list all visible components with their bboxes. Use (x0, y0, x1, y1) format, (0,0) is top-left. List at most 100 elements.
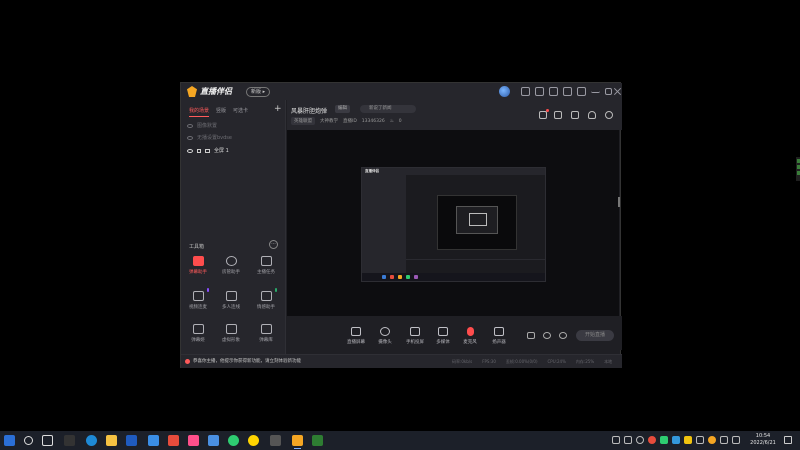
tool-label: 房管助手 (222, 270, 240, 275)
announcement-field[interactable]: 新说了新闻 (360, 105, 416, 113)
task-view-icon[interactable] (42, 435, 53, 446)
menu-icon[interactable] (577, 87, 586, 96)
app-icon[interactable] (248, 435, 259, 446)
tool-label: 扬声器 (492, 340, 506, 345)
video-icon[interactable] (527, 332, 535, 339)
edge-browser-icon[interactable] (86, 435, 97, 446)
scene-tabs: 我的场景 竖版 可选卡 (189, 107, 248, 117)
preview-resize-handle[interactable] (618, 197, 620, 207)
more-tools-button[interactable]: ··· (269, 240, 278, 249)
minimize-icon[interactable] (591, 87, 600, 93)
tool-label: 虚拟形象 (222, 338, 240, 343)
app-icon[interactable] (208, 435, 219, 446)
tray-icon[interactable] (708, 436, 716, 444)
date-text: 2022/6/21 (750, 440, 776, 446)
play-icon (438, 327, 448, 336)
download-icon (225, 291, 237, 301)
tray-icon[interactable] (624, 436, 632, 444)
file-explorer-icon[interactable] (106, 435, 117, 446)
new-tag (207, 288, 209, 292)
edit-button[interactable]: 编辑 (335, 105, 350, 113)
office-icon[interactable] (168, 435, 179, 446)
tool-danmaku-helper[interactable]: 弹幕助手 (184, 256, 212, 280)
live-companion-taskbar-icon[interactable] (292, 435, 303, 449)
source-item[interactable]: 图像默置 (187, 122, 217, 129)
start-live-button[interactable]: 开始直播 (576, 330, 614, 341)
room-id-label: 直播ID (343, 119, 357, 124)
source-item[interactable]: 无播设置bvdse (187, 134, 232, 141)
notification-icon[interactable] (784, 436, 792, 444)
share-icon[interactable] (605, 111, 613, 119)
tool-label: 主播任务 (257, 270, 275, 275)
time-text: 10:54 (755, 433, 771, 439)
tool-video-link[interactable]: 视频连麦 (184, 288, 212, 315)
message-icon[interactable] (535, 87, 544, 96)
version-badge[interactable]: 新版 ▸ (246, 87, 271, 97)
tray-icon[interactable] (672, 436, 680, 444)
tab-vertical[interactable]: 竖版 (216, 107, 226, 117)
app-icon[interactable] (312, 435, 323, 446)
visibility-icon[interactable] (187, 123, 193, 128)
tray-icon[interactable] (684, 436, 692, 444)
clock[interactable]: 10:54 2022/6/21 (750, 433, 776, 447)
speaker-button[interactable]: 扬声器 (483, 327, 515, 345)
category-badge[interactable]: 英雄联盟 (291, 117, 315, 125)
tool-room-manager[interactable]: 房管助手 (217, 256, 245, 280)
search-icon[interactable] (24, 436, 33, 445)
tab-optional[interactable]: 可选卡 (233, 107, 248, 117)
notice-banner[interactable]: 恭喜你主播，他提示你获得新功能，请立刻体验新功能 (185, 358, 301, 364)
gift-icon[interactable] (539, 109, 549, 119)
phone-icon (410, 327, 420, 336)
tool-emotion-helper[interactable]: 情感助手 (252, 288, 280, 315)
source-item[interactable]: 全屏 1 (187, 147, 229, 154)
tool-multi-link[interactable]: 多人连线 (217, 291, 245, 315)
visibility-icon[interactable] (187, 135, 193, 140)
tray-icon[interactable] (660, 436, 668, 444)
screen-capture-button[interactable]: 直播屏幕 (340, 327, 372, 345)
tool-virtual-avatar[interactable]: 虚拟形象 (217, 324, 245, 348)
tray-icon[interactable] (636, 436, 644, 444)
tray-icon[interactable] (648, 436, 656, 444)
bell-icon[interactable] (588, 111, 596, 119)
tray-icon[interactable] (696, 436, 704, 444)
tray-icon[interactable] (720, 436, 728, 444)
tab-my-scenes[interactable]: 我的场景 (189, 107, 210, 117)
record-icon[interactable] (571, 111, 579, 119)
stream-preview[interactable]: 直播伴侣 (287, 130, 619, 316)
settings-gear-icon[interactable] (559, 332, 567, 339)
nested-taskbar-icon (414, 275, 418, 279)
microphone-icon (466, 327, 474, 336)
tool-host-tasks[interactable]: 主播任务 (252, 256, 280, 280)
dropped-frames-stat: 丢帧:0.00%(0/0) (505, 359, 538, 364)
app-icon[interactable] (270, 435, 281, 446)
app-name: 直播伴侣 (200, 87, 232, 96)
close-icon[interactable] (613, 87, 622, 96)
shirt-icon[interactable] (521, 87, 530, 96)
lock-icon[interactable] (554, 111, 562, 119)
settings-icon[interactable] (563, 87, 572, 96)
start-icon[interactable] (4, 435, 15, 446)
volume-icon[interactable] (732, 436, 740, 444)
effects-icon[interactable] (543, 332, 551, 339)
mail-icon[interactable] (549, 87, 558, 96)
tool-danmaku-library[interactable]: 弹幕库 (252, 324, 280, 348)
maximize-icon[interactable] (605, 88, 612, 95)
floating-widget[interactable] (796, 157, 800, 181)
memory-stat: 内存:25% (575, 359, 595, 364)
room-name[interactable]: 风暴肝胆炮弹 (291, 106, 327, 115)
notice-text: 恭喜你主播，他提示你获得新功能，请立刻体验新功能 (193, 359, 301, 364)
tool-danmaku-girl[interactable]: 弹幕姬 (184, 324, 212, 348)
widgets-icon[interactable] (64, 435, 75, 446)
visibility-icon[interactable] (187, 148, 193, 153)
app-icon[interactable] (188, 435, 199, 446)
app-icon[interactable] (228, 435, 239, 446)
tray-icon[interactable] (612, 436, 620, 444)
store-icon[interactable] (148, 435, 159, 446)
add-scene-button[interactable]: + (274, 104, 282, 114)
lock-icon[interactable] (197, 148, 201, 153)
avatar[interactable] (499, 86, 510, 97)
camera-button[interactable]: 摄像头 (369, 327, 401, 345)
app-icon[interactable] (126, 435, 137, 446)
tag-label[interactable]: 大神教学 (320, 118, 338, 124)
microphone-button[interactable]: 麦克风 (454, 327, 486, 345)
